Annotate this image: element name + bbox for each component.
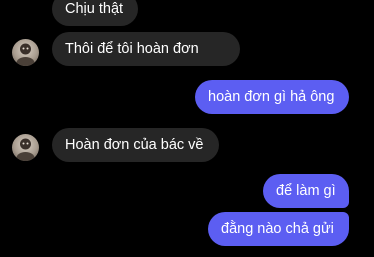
incoming-message-bubble[interactable]: Hoàn đơn của bác về <box>52 128 219 162</box>
outgoing-message-bubble[interactable]: để làm gì <box>263 174 349 208</box>
message-text: Hoàn đơn của bác về <box>65 137 204 153</box>
incoming-message-bubble[interactable]: Thôi để tôi hoàn đơn <box>52 32 240 66</box>
incoming-message-bubble[interactable]: Chịu thật <box>52 0 138 26</box>
outgoing-message-bubble[interactable]: hoàn đơn gì hả ông <box>195 80 349 114</box>
avatar-image-icon <box>16 138 35 161</box>
contact-avatar[interactable] <box>12 134 39 161</box>
outgoing-message-bubble[interactable]: đằng nào chả gửi <box>208 212 349 246</box>
message-text: để làm gì <box>276 183 336 199</box>
message-text: đằng nào chả gửi <box>221 221 334 237</box>
message-text: hoàn đơn gì hả ông <box>208 89 335 105</box>
avatar-image-icon <box>16 43 35 66</box>
chat-thread: Chịu thật Thôi để tôi hoàn đơn hoàn đơn … <box>0 0 374 257</box>
message-text: Chịu thật <box>65 1 124 17</box>
message-text: Thôi để tôi hoàn đơn <box>65 41 199 57</box>
contact-avatar[interactable] <box>12 39 39 66</box>
